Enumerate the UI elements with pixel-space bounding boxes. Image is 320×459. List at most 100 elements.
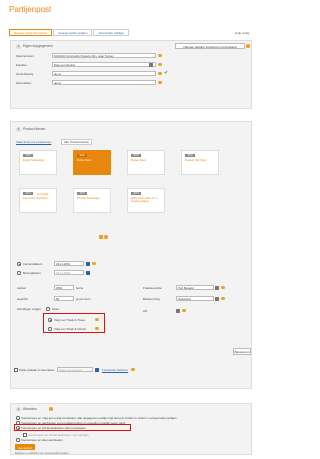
product-tile[interactable]: 1005 Enkel Sparkstijgt [19,150,57,175]
step3-header: 3 Afronden [16,407,37,412]
info-icon[interactable] [49,407,53,411]
weight-label: Gewicht [17,297,28,301]
step2-header: 2 Product kiezen [16,127,45,132]
step1-panel: 1 Eigen kopgegevens Nieuwe partijen impor… [10,40,252,109]
step2-panel: 2 Product kiezen Vaak al bij ons producer… [10,121,252,389]
tab-bar: Nieuwe partij aanmaken Voorgemelde parti… [9,29,189,37]
info-icon[interactable] [221,285,225,289]
tracking-label: Zendingen volgen: [17,307,42,311]
field-label-invoice: Facuiter [16,63,27,67]
product-tile[interactable]: 1050 Buiten Stam [127,150,165,175]
tracking-none-radio[interactable] [46,307,50,311]
calendar-icon[interactable] [86,270,90,275]
quantity-label: Aantal [17,286,26,290]
product-label: Economic Old Stam [23,196,48,200]
delivery-date-label: Bezorgdatum [23,271,41,275]
destination-select[interactable]: Nederland [176,296,214,301]
product-label: Grote Stam [77,158,92,162]
tab-sent-batches[interactable]: Verzonden partijen [93,29,130,36]
send-date-label: Verzenddatum [23,262,43,266]
hs-toggle-icon[interactable] [176,308,180,313]
franking-select[interactable]: Port Betaald [176,285,214,290]
product-code: 1079 [131,192,141,195]
tab-new-batch[interactable]: Nieuwe partij aanmaken [9,29,53,36]
customer-number-input[interactable]: 1022302 Commodity Poweria, Bm. Jean Tons… [52,53,156,58]
import-batches-button[interactable]: Nieuwe partijen importeren uit bestand [175,43,245,49]
finish-option-label: Voorwerpen en later aanbieden [21,438,63,442]
calculate-button[interactable]: Berekenen [233,348,251,355]
calendar-icon[interactable] [149,62,153,67]
product-tile[interactable]: 1061 Busiest Old Stam [181,150,219,175]
info-icon[interactable] [246,44,250,48]
invoice-select[interactable]: Date een facuiter [52,62,156,67]
product-code: 1074 [23,192,33,195]
continue-button[interactable]: Ga verder [15,444,35,450]
chevron-down-icon[interactable] [215,285,219,290]
help-link[interactable]: Hulp nodig [235,31,249,35]
subtab-all-products[interactable]: Alle Postproducten [61,139,93,145]
finish-option-radio[interactable] [16,438,20,442]
info-icon[interactable] [182,308,186,312]
manage-favorites-link[interactable]: Favorieten beheren [102,368,128,372]
product-code: 1005 [23,154,33,157]
info-icon[interactable] [221,296,225,300]
save-favorite-label: Partij opslaan in favorieten [19,368,55,372]
save-favorite-checkbox[interactable] [14,368,18,372]
info-icon[interactable] [92,261,96,265]
loading-icon [99,235,103,239]
product-code: 1061 [185,154,195,157]
product-tile[interactable]: 1074 Overheid Economic Old Stam [19,188,57,213]
favorite-name-input[interactable]: Naam van favoriet [57,367,93,372]
product-tile-selected[interactable]: 1020 Grote Stam [73,150,111,175]
info-icon[interactable] [104,235,108,239]
tab-announced-batches[interactable]: Voorgemelde partijen [53,29,93,36]
product-label: EMS Verzenden (2 m zending/stam) [131,196,158,204]
description-input[interactable]: demo [52,71,156,76]
info-icon[interactable] [158,62,162,66]
step1-header: 1 Eigen kopgegevens [16,44,53,49]
send-date-radio[interactable] [17,262,21,266]
page-title: Partijenpost [9,5,52,14]
product-label: Enkel Sparkstijgt [23,158,44,162]
franking-label: Frankeerwijze [143,286,162,290]
info-icon[interactable] [131,367,135,371]
finish-option-label: Voorwerpen en mag aan partij voorleiden,… [21,416,177,420]
quantity-unit: items [76,286,84,290]
tracking-highlight-box [43,313,105,333]
tracking-none-label: Geen [52,307,60,311]
product-label: Priority Sparkstijgt [77,196,100,200]
step2-number: 2 [16,127,21,132]
finish-option-radio[interactable] [16,416,20,420]
reference-input[interactable]: demo [52,80,156,85]
finish-option-highlight-box [14,424,131,431]
star-icon[interactable] [95,367,99,372]
field-label-customer: Klantnummer [16,54,34,58]
quantity-input[interactable]: 2500 [54,285,74,290]
calendar-icon[interactable] [86,261,90,266]
finish-option-checkbox[interactable] [23,433,27,437]
info-icon[interactable] [158,80,162,84]
finish-option-label: Voorwerpen en achteraanbieden voor parti… [28,433,89,437]
step3-panel: 3 Afronden Voorwerpen en mag aan partij v… [10,403,252,455]
info-icon[interactable] [158,53,162,57]
destination-label: Bestemming [143,297,160,301]
product-code: 1050 [131,154,141,157]
product-tile[interactable]: 1079 EMS Verzenden (2 m zending/stam) [127,188,165,213]
hs-label: HS [143,309,148,313]
delivery-date-radio[interactable] [17,271,21,275]
product-label: Buiten Stam [131,158,147,162]
product-tile[interactable]: 1075 Priority Sparkstijgt [73,188,111,213]
info-icon[interactable] [158,71,162,75]
weight-unit: gr per item [76,297,91,301]
send-date-input[interactable]: 23-11-2016 [54,261,84,266]
product-code: 1075 [77,192,87,195]
chevron-down-icon[interactable] [215,296,219,301]
subtab-frequent[interactable]: Vaak al bij ons produceren [16,140,51,144]
footer-note: Bekijken en afsluiten van voorgemelde pa… [15,451,69,455]
checkmark-icon: ✔ [164,70,169,76]
step3-number: 3 [16,407,21,412]
field-label-description: Omschrijving [16,72,34,76]
weight-input[interactable]: 50 [54,296,74,301]
field-label-reference: Kenmerken [16,81,32,85]
delivery-date-input[interactable]: 23-11-2016 [54,270,84,275]
